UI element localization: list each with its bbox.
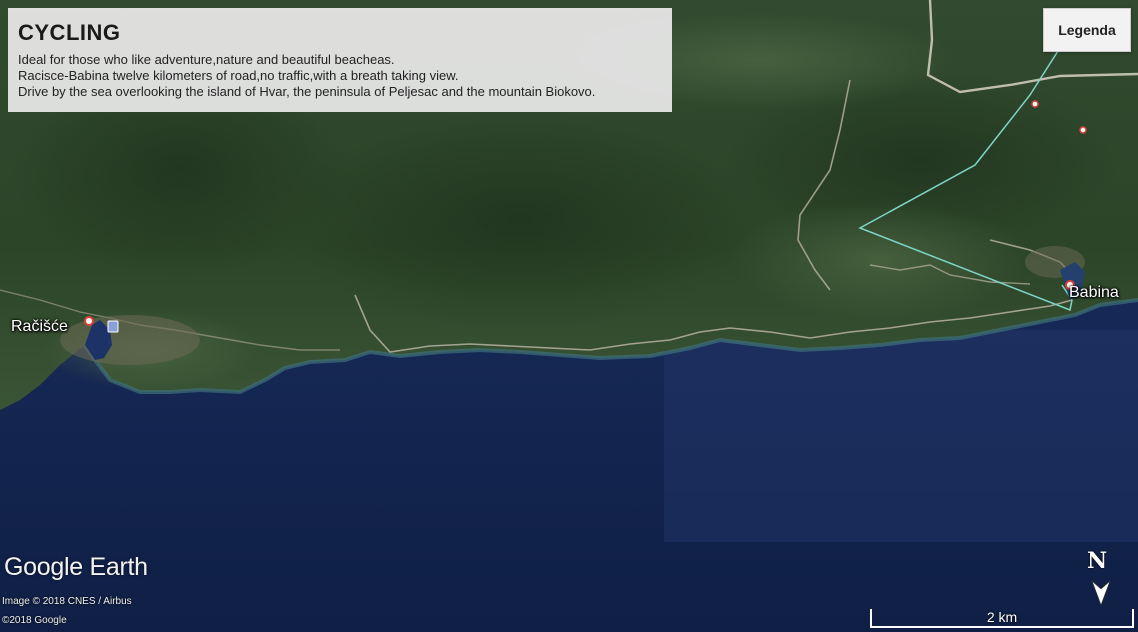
scale-label: 2 km bbox=[986, 609, 1018, 625]
poi-marker[interactable] bbox=[1031, 100, 1039, 108]
racisce-marker[interactable] bbox=[84, 316, 94, 326]
imagery-credit: Image © 2018 CNES / Airbus bbox=[2, 596, 132, 607]
place-label-babina[interactable]: Babina bbox=[1069, 284, 1119, 302]
route-description-line: Racisce-Babina twelve kilometers of road… bbox=[18, 68, 459, 83]
legend-button[interactable]: Legenda bbox=[1043, 8, 1131, 52]
google-earth-logo: Google Earth bbox=[4, 553, 148, 581]
route-info-panel: CYCLING Ideal for those who like adventu… bbox=[8, 8, 672, 112]
compass-north-label: N bbox=[1087, 548, 1108, 574]
poi-marker[interactable] bbox=[1079, 126, 1087, 134]
north-arrow-icon bbox=[1091, 580, 1111, 606]
copyright-credit: ©2018 Google bbox=[2, 615, 67, 626]
terrain-light bbox=[730, 200, 1030, 320]
route-description-line: Drive by the sea overlooking the island … bbox=[18, 84, 596, 99]
sea-tile-lighter bbox=[664, 330, 1138, 542]
route-title: CYCLING bbox=[18, 20, 121, 45]
bus-stop-icon[interactable] bbox=[107, 320, 119, 333]
route-description-line: Ideal for those who like adventure,natur… bbox=[18, 52, 395, 67]
racisce-town-area bbox=[60, 315, 200, 365]
ridge-shade bbox=[280, 110, 760, 330]
place-label-racisce[interactable]: Račišće bbox=[11, 318, 68, 336]
